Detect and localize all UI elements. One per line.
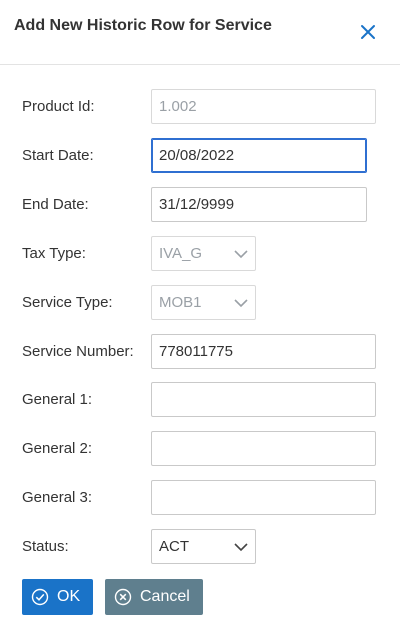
service-type-row: Service Type: MOB1 (0, 285, 400, 321)
general-2-field[interactable] (151, 431, 376, 466)
product-id-row: Product Id: 1.002 (0, 89, 400, 125)
general-2-label: General 2: (22, 440, 93, 457)
tax-type-value: IVA_G (159, 245, 203, 262)
service-number-label: Service Number: (22, 343, 134, 360)
product-id-field: 1.002 (151, 89, 376, 124)
service-number-field[interactable]: 778011775 (151, 334, 376, 369)
dialog-header: Add New Historic Row for Service (0, 0, 400, 65)
status-select[interactable]: ACT (151, 529, 256, 564)
ok-button[interactable]: OK (22, 579, 93, 615)
cancel-circle-icon (114, 588, 132, 606)
product-id-label: Product Id: (22, 98, 95, 115)
chevron-down-icon (234, 249, 248, 258)
service-number-row: Service Number: 778011775 (0, 334, 400, 370)
general-1-row: General 1: (0, 382, 400, 418)
cancel-button-label: Cancel (140, 588, 190, 605)
general-3-label: General 3: (22, 489, 93, 506)
service-type-value: MOB1 (159, 294, 202, 311)
tax-type-select: IVA_G (151, 236, 256, 271)
check-circle-icon (31, 588, 49, 606)
general-3-row: General 3: (0, 480, 400, 516)
end-date-row: End Date: 31/12/9999 (0, 187, 400, 223)
add-historic-row-dialog: Add New Historic Row for Service Product… (0, 0, 400, 634)
close-icon[interactable] (356, 20, 380, 44)
tax-type-label: Tax Type: (22, 245, 86, 262)
service-number-value: 778011775 (159, 343, 233, 360)
status-label: Status: (22, 538, 69, 555)
chevron-down-icon (234, 298, 248, 307)
service-type-select: MOB1 (151, 285, 256, 320)
start-date-value: 20/08/2022 (159, 147, 235, 164)
start-date-field[interactable]: 20/08/2022 (151, 138, 367, 173)
general-2-row: General 2: (0, 431, 400, 467)
status-value: ACT (159, 538, 189, 555)
tax-type-row: Tax Type: IVA_G (0, 236, 400, 272)
dialog-title: Add New Historic Row for Service (14, 17, 272, 34)
end-date-label: End Date: (22, 196, 89, 213)
chevron-down-icon (234, 542, 248, 551)
end-date-value: 31/12/9999 (159, 196, 235, 213)
end-date-field[interactable]: 31/12/9999 (151, 187, 367, 222)
product-id-value: 1.002 (159, 98, 197, 115)
cancel-button[interactable]: Cancel (105, 579, 203, 615)
general-1-label: General 1: (22, 391, 93, 408)
service-type-label: Service Type: (22, 294, 113, 311)
status-row: Status: ACT (0, 529, 400, 565)
general-3-field[interactable] (151, 480, 376, 515)
general-1-field[interactable] (151, 382, 376, 417)
start-date-row: Start Date: 20/08/2022 (0, 138, 400, 174)
ok-button-label: OK (57, 588, 81, 605)
start-date-label: Start Date: (22, 147, 94, 164)
